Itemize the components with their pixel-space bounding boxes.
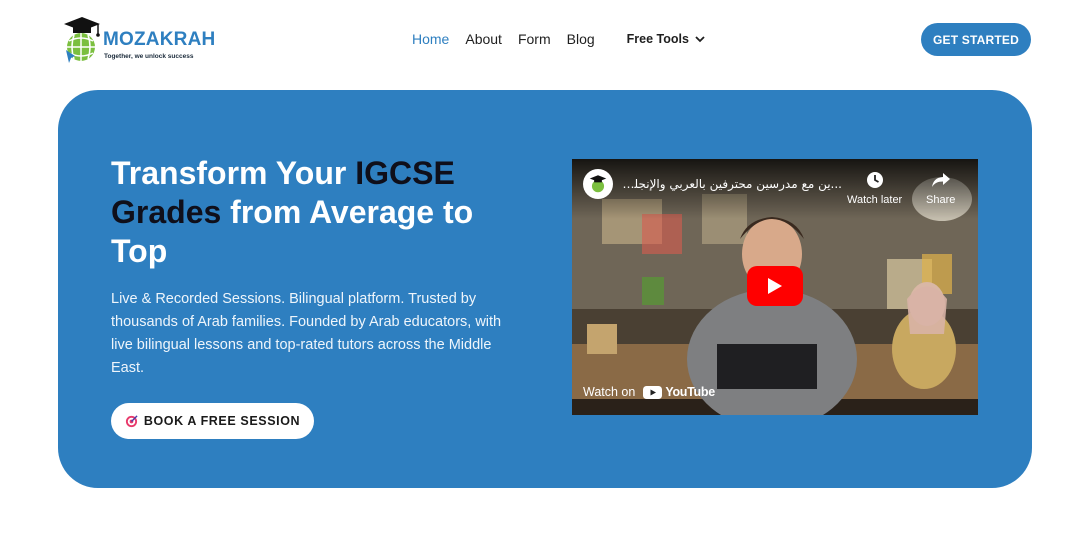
main-nav: Home About Form Blog Free Tools [412, 31, 705, 47]
nav-item-blog[interactable]: Blog [567, 31, 595, 47]
get-started-button[interactable]: GET STARTED [921, 23, 1031, 56]
chevron-down-icon [695, 35, 705, 42]
channel-avatar[interactable] [583, 169, 613, 199]
share-button[interactable]: Share [926, 169, 955, 206]
play-icon [768, 278, 782, 294]
nav-item-about[interactable]: About [465, 31, 502, 47]
clock-icon [866, 172, 883, 188]
hero-section: Transform Your IGCSE Grades from Average … [58, 90, 1032, 488]
brand-logo[interactable]: MOZAKRAH Together, we unlock success [62, 16, 216, 64]
hero-title-part1: Transform Your [111, 155, 356, 191]
hero-description: Live & Recorded Sessions. Bilingual plat… [111, 291, 502, 376]
nav-item-free-tools[interactable]: Free Tools [627, 32, 705, 46]
watch-later-button[interactable]: Watch later [847, 169, 902, 206]
graduation-globe-icon [64, 17, 100, 63]
watch-on-youtube-link[interactable]: Watch on YouTube [572, 377, 722, 407]
channel-logo-icon [589, 175, 607, 193]
brand-name: MOZAKRAH [103, 29, 216, 50]
watch-on-label: Watch on [583, 385, 636, 399]
youtube-icon [643, 385, 663, 399]
nav-item-form[interactable]: Form [518, 31, 551, 47]
play-button[interactable] [747, 266, 803, 306]
share-arrow-icon [931, 173, 950, 187]
youtube-video-embed[interactable]: ...ين مع مدرسين محترفين بالعربي والإنجلي… [572, 159, 978, 415]
watch-later-label: Watch later [847, 194, 903, 206]
brand-tagline: Together, we unlock success [104, 53, 194, 60]
free-tools-label: Free Tools [626, 32, 689, 46]
video-title[interactable]: ...ين مع مدرسين محترفين بالعربي والإنجلي… [622, 177, 842, 191]
youtube-wordmark: YouTube [665, 385, 715, 399]
youtube-logo: YouTube [643, 385, 715, 399]
target-icon [125, 414, 138, 427]
site-header: MOZAKRAH Together, we unlock success Hom… [0, 0, 1080, 80]
hero-title-highlight-igcse: IGCSE [355, 155, 455, 191]
nav-item-home[interactable]: Home [412, 31, 449, 47]
hero-title-highlight-grades: Grades [111, 194, 222, 230]
hero-title: Transform Your IGCSE Grades from Average … [111, 154, 531, 271]
book-free-session-label: BOOK A FREE SESSION [143, 414, 301, 428]
book-free-session-button[interactable]: BOOK A FREE SESSION [111, 403, 314, 439]
share-label: Share [926, 194, 956, 206]
